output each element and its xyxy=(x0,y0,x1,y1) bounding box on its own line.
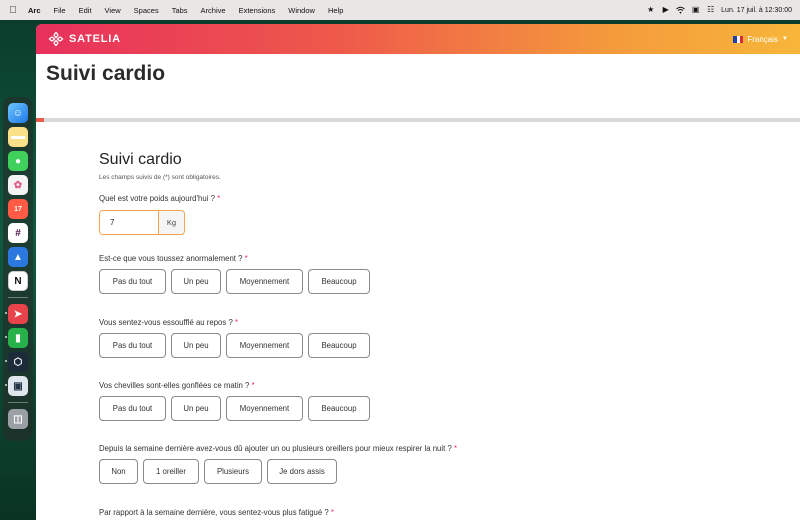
ankles-options: Pas du tout Un peu Moyennement Beaucoup xyxy=(99,396,370,421)
option-moderately[interactable]: Moyennement xyxy=(226,333,303,358)
menubar-datetime[interactable]: Lun. 17 juil. à 12:30:00 xyxy=(721,7,792,14)
option-a-little[interactable]: Un peu xyxy=(171,396,221,421)
weight-input-group: Kg xyxy=(99,210,185,235)
app3-icon[interactable]: ⬡ xyxy=(5,352,28,372)
calendar-day: 17 xyxy=(14,205,22,213)
question-cough-label: Est-ce que vous toussez anormalement ? xyxy=(99,254,243,263)
dock-separator xyxy=(8,402,28,403)
required-note: Les champs suivis de (*) sont obligatoir… xyxy=(99,174,221,181)
required-asterisk: * xyxy=(217,194,221,203)
messages-icon[interactable]: ● xyxy=(8,151,28,171)
question-weight: Quel est votre poids aujourd'hui ? * xyxy=(99,194,220,203)
question-fatigue: Par rapport à la semaine dernière, vous … xyxy=(99,508,334,517)
calendar-icon[interactable]: 17 xyxy=(8,199,28,219)
main-content: Suivi cardio Les champs suivis de (*) so… xyxy=(36,122,800,520)
option-a-lot[interactable]: Beaucoup xyxy=(308,269,370,294)
menu-file[interactable]: File xyxy=(54,6,66,15)
numbers-icon[interactable]: ▮ xyxy=(5,328,28,348)
question-pillows: Depuis la semaine dernière avez-vous dû … xyxy=(99,444,457,453)
browser-window: SATELIA Français ▼ Suivi cardio Suivi ca… xyxy=(36,24,800,520)
menu-tabs[interactable]: Tabs xyxy=(172,6,188,15)
menu-edit[interactable]: Edit xyxy=(79,6,92,15)
option-not-at-all[interactable]: Pas du tout xyxy=(99,333,166,358)
option-a-lot[interactable]: Beaucoup xyxy=(308,396,370,421)
screen-mirroring-icon[interactable]: ▣ xyxy=(691,6,700,14)
language-label: Français xyxy=(747,34,779,44)
play-icon[interactable]: ▶ xyxy=(661,6,670,14)
star-icon[interactable]: ★ xyxy=(646,6,655,14)
app2-icon[interactable]: ➤ xyxy=(5,304,28,324)
required-asterisk: * xyxy=(234,318,239,327)
question-ankles-label: Vos chevilles sont-elles gonflées ce mat… xyxy=(99,381,250,390)
question-weight-label: Quel est votre poids aujourd'hui ? xyxy=(99,194,215,203)
menu-help[interactable]: Help xyxy=(328,6,343,15)
question-ankles: Vos chevilles sont-elles gonflées ce mat… xyxy=(99,381,255,390)
option-a-little[interactable]: Un peu xyxy=(171,333,221,358)
satelia-logo-icon xyxy=(48,31,64,47)
menu-extensions[interactable]: Extensions xyxy=(239,6,276,15)
menu-arc[interactable]: Arc xyxy=(28,6,41,15)
notes-icon[interactable] xyxy=(8,127,28,147)
menu-window[interactable]: Window xyxy=(288,6,315,15)
dock-separator xyxy=(8,297,28,298)
dock: ☺ ● ✿ 17 # ▲ N ➤ ▮ ⬡ ▣ ◫ xyxy=(3,97,33,441)
menu-archive[interactable]: Archive xyxy=(201,6,226,15)
question-breathless-label: Vous sentez-vous essoufflé au repos ? xyxy=(99,318,233,327)
required-asterisk: * xyxy=(453,444,457,453)
option-not-at-all[interactable]: Pas du tout xyxy=(99,269,166,294)
option-moderately[interactable]: Moyennement xyxy=(226,269,303,294)
question-breathless: Vous sentez-vous essoufflé au repos ? * xyxy=(99,318,238,327)
france-flag-icon xyxy=(733,35,744,43)
photos-icon[interactable]: ✿ xyxy=(8,175,28,195)
form-title: Suivi cardio xyxy=(99,151,182,168)
question-cough: Est-ce que vous toussez anormalement ? * xyxy=(99,254,248,263)
menu-view[interactable]: View xyxy=(105,6,121,15)
satelia-logo[interactable]: SATELIA xyxy=(48,31,121,47)
option-not-at-all[interactable]: Pas du tout xyxy=(99,396,166,421)
finder-icon[interactable]: ☺ xyxy=(8,103,28,123)
language-selector[interactable]: Français ▼ xyxy=(733,35,788,44)
option-several[interactable]: Plusieurs xyxy=(204,459,262,484)
option-a-little[interactable]: Un peu xyxy=(171,269,221,294)
option-moderately[interactable]: Moyennement xyxy=(226,396,303,421)
question-pillows-label: Depuis la semaine dernière avez-vous dû … xyxy=(99,444,452,453)
page-title: Suivi cardio xyxy=(46,62,166,85)
notion-icon[interactable]: N xyxy=(8,271,28,291)
weight-unit: Kg xyxy=(158,211,184,234)
preview-icon[interactable]: ▣ xyxy=(5,376,28,396)
slack-icon[interactable]: # xyxy=(8,223,28,243)
required-asterisk: * xyxy=(251,381,255,390)
option-sleep-sitting[interactable]: Je dors assis xyxy=(267,459,337,484)
pillows-options: Non 1 oreiller Plusieurs Je dors assis xyxy=(99,459,337,484)
macos-menubar:  Arc File Edit View Spaces Tabs Archive… xyxy=(0,0,800,20)
option-no[interactable]: Non xyxy=(99,459,138,484)
menu-spaces[interactable]: Spaces xyxy=(134,6,159,15)
app-icon[interactable]: ▲ xyxy=(8,247,28,267)
menubar-status-area: ★ ▶ ▣ ☷ Lun. 17 juil. à 12:30:00 xyxy=(646,6,792,14)
required-asterisk: * xyxy=(330,508,334,517)
control-center-icon[interactable]: ☷ xyxy=(706,6,715,14)
cough-options: Pas du tout Un peu Moyennement Beaucoup xyxy=(99,269,370,294)
caret-down-icon: ▼ xyxy=(782,36,788,42)
wifi-icon[interactable] xyxy=(676,6,685,14)
weight-input[interactable] xyxy=(100,211,158,234)
option-a-lot[interactable]: Beaucoup xyxy=(308,333,370,358)
question-fatigue-label: Par rapport à la semaine dernière, vous … xyxy=(99,508,329,517)
apple-menu-icon[interactable]:  xyxy=(8,5,18,16)
app-header: SATELIA Français ▼ xyxy=(36,24,800,54)
trash-icon[interactable]: ◫ xyxy=(8,409,28,429)
brand-name: SATELIA xyxy=(69,33,121,45)
option-one-pillow[interactable]: 1 oreiller xyxy=(143,459,199,484)
breathless-options: Pas du tout Un peu Moyennement Beaucoup xyxy=(99,333,370,358)
required-asterisk: * xyxy=(244,254,248,263)
